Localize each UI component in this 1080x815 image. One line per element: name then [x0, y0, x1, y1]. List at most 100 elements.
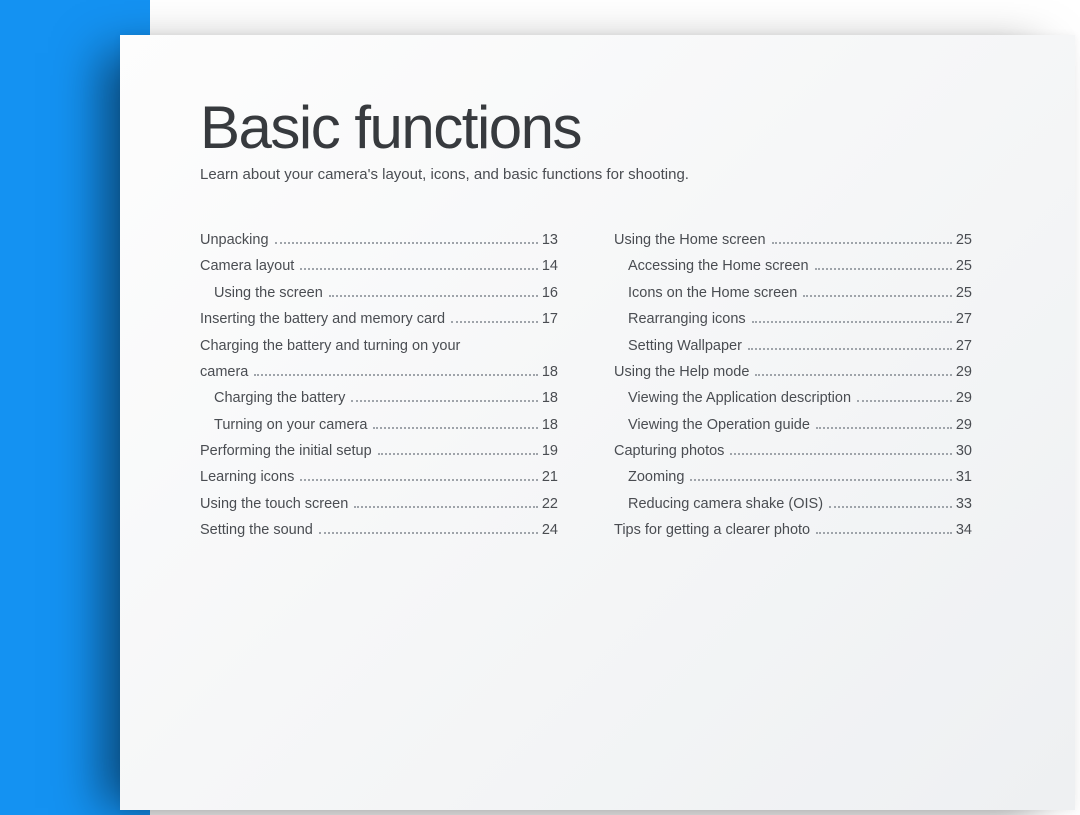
toc-entry-label: Using the screen [214, 280, 323, 306]
toc-entry-page: 13 [542, 227, 558, 253]
toc-entry[interactable]: Setting Wallpaper 27 [614, 333, 972, 359]
toc-entry-label: Accessing the Home screen [628, 253, 809, 279]
toc-entry-page: 34 [956, 517, 972, 543]
viewport: Basic functions Learn about your camera'… [0, 0, 1080, 815]
toc-column-right: Using the Home screen25Accessing the Hom… [614, 227, 972, 544]
toc-entry-label: Tips for getting a clearer photo [614, 517, 810, 543]
dot-leader [748, 348, 952, 350]
toc-entry-label: Performing the initial setup [200, 438, 372, 464]
toc-entry-label: Using the touch screen [200, 491, 348, 517]
page-title: Basic functions [200, 93, 1005, 162]
page-sheet: Basic functions Learn about your camera'… [120, 35, 1075, 810]
toc-entry-page: 14 [542, 253, 558, 279]
toc-entry-page: 30 [956, 438, 972, 464]
toc-entry-label: Viewing the Application description [628, 385, 851, 411]
dot-leader [373, 427, 537, 429]
toc-entry[interactable]: Icons on the Home screen 25 [614, 280, 972, 306]
toc-entry-label: Icons on the Home screen [628, 280, 797, 306]
toc-entry-page: 27 [956, 306, 972, 332]
toc-entry[interactable]: camera 18 [200, 359, 558, 385]
toc-entry[interactable]: Viewing the Application description 29 [614, 385, 972, 411]
dot-leader [690, 479, 951, 481]
toc-entry-page: 18 [542, 412, 558, 438]
dot-leader [857, 400, 952, 402]
toc-entry[interactable]: Turning on your camera 18 [200, 412, 558, 438]
dot-leader [755, 374, 951, 376]
toc-entry-label: Using the Home screen [614, 227, 766, 253]
dot-leader [815, 268, 952, 270]
toc-entry-page: 25 [956, 227, 972, 253]
toc-entry-label: Charging the battery [214, 385, 345, 411]
dot-leader [752, 321, 952, 323]
toc-entry-label: Unpacking [200, 227, 269, 253]
dot-leader [730, 453, 951, 455]
toc-entry-page: 25 [956, 280, 972, 306]
toc-entry[interactable]: Rearranging icons 27 [614, 306, 972, 332]
toc-entry-page: 18 [542, 359, 558, 385]
toc-entry[interactable]: Using the touch screen 22 [200, 491, 558, 517]
toc-entry-label: Rearranging icons [628, 306, 746, 332]
toc-entry-label: Capturing photos [614, 438, 724, 464]
dot-leader [378, 453, 538, 455]
toc-entry[interactable]: Reducing camera shake (OIS) 33 [614, 491, 972, 517]
dot-leader [816, 532, 952, 534]
toc-entry-page: 29 [956, 385, 972, 411]
dot-leader [351, 400, 537, 402]
toc-entry-page: 29 [956, 359, 972, 385]
toc-entry[interactable]: Unpacking 13 [200, 227, 558, 253]
toc-entry-label: Camera layout [200, 253, 294, 279]
toc-entry[interactable]: Tips for getting a clearer photo 34 [614, 517, 972, 543]
toc-entry-label: Using the Help mode [614, 359, 749, 385]
dot-leader [300, 268, 538, 270]
toc-entry-page: 22 [542, 491, 558, 517]
dot-leader [451, 321, 538, 323]
dot-leader [354, 506, 538, 508]
dot-leader [300, 479, 538, 481]
toc-entry-label: Viewing the Operation guide [628, 412, 810, 438]
toc-entry-page: 29 [956, 412, 972, 438]
toc-entry-label: Inserting the battery and memory card [200, 306, 445, 332]
toc-entry-page: 16 [542, 280, 558, 306]
toc-entry-page: 33 [956, 491, 972, 517]
toc-entry-label: Reducing camera shake (OIS) [628, 491, 823, 517]
toc-entry-label: Setting the sound [200, 517, 313, 543]
toc-entry-label: Learning icons [200, 464, 294, 490]
toc-entry[interactable]: Using the Help mode 29 [614, 359, 972, 385]
dot-leader [254, 374, 538, 376]
toc-entry[interactable]: Charging the battery 18 [200, 385, 558, 411]
toc-entry[interactable]: Inserting the battery and memory card 17 [200, 306, 558, 332]
toc-entry[interactable]: Zooming 31 [614, 464, 972, 490]
toc-entry[interactable]: Viewing the Operation guide 29 [614, 412, 972, 438]
toc-entry-label: camera [200, 359, 248, 385]
toc-entry[interactable]: Camera layout 14 [200, 253, 558, 279]
dot-leader [816, 427, 952, 429]
table-of-contents: Unpacking13Camera layout14Using the scre… [200, 227, 1005, 544]
toc-entry-page: 21 [542, 464, 558, 490]
dot-leader [772, 242, 952, 244]
toc-entry-wrap: Charging the battery and turning on your [200, 333, 558, 359]
dot-leader [275, 242, 538, 244]
toc-entry-label: Zooming [628, 464, 684, 490]
toc-entry[interactable]: Setting the sound 24 [200, 517, 558, 543]
toc-entry[interactable]: Learning icons 21 [200, 464, 558, 490]
toc-entry-page: 25 [956, 253, 972, 279]
toc-entry[interactable]: Using the screen 16 [200, 280, 558, 306]
toc-entry-page: 19 [542, 438, 558, 464]
toc-entry-page: 31 [956, 464, 972, 490]
toc-column-left: Unpacking13Camera layout14Using the scre… [200, 227, 558, 544]
toc-entry-label: Turning on your camera [214, 412, 367, 438]
toc-entry[interactable]: Using the Home screen 25 [614, 227, 972, 253]
toc-entry[interactable]: Performing the initial setup 19 [200, 438, 558, 464]
toc-entry[interactable]: Accessing the Home screen 25 [614, 253, 972, 279]
dot-leader [329, 295, 538, 297]
toc-entry-label: Setting Wallpaper [628, 333, 742, 359]
toc-entry-page: 27 [956, 333, 972, 359]
toc-entry-page: 17 [542, 306, 558, 332]
dot-leader [803, 295, 952, 297]
toc-entry[interactable]: Capturing photos 30 [614, 438, 972, 464]
toc-entry-page: 24 [542, 517, 558, 543]
toc-entry-page: 18 [542, 385, 558, 411]
dot-leader [319, 532, 538, 534]
dot-leader [829, 506, 952, 508]
page-subtitle: Learn about your camera's layout, icons,… [200, 166, 1005, 183]
